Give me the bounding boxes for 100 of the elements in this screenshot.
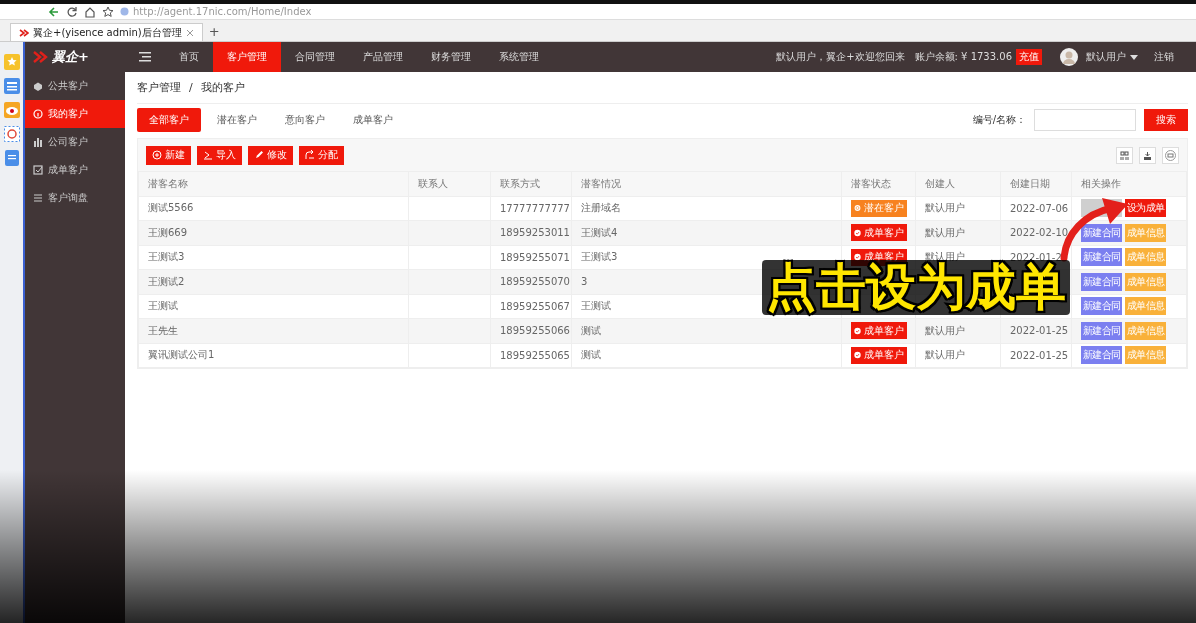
recharge-button[interactable]: 充值	[1016, 49, 1042, 65]
status-badge: 潜在客户	[851, 199, 907, 217]
logo-text: 翼企+	[52, 48, 89, 66]
new-tab-button[interactable]: +	[208, 23, 220, 41]
table-cell: 测试5566	[138, 196, 409, 221]
table-cell: 2022-07-06	[1000, 196, 1072, 221]
filter-tab[interactable]: 潜在客户	[205, 108, 269, 132]
logout-link[interactable]: 注销	[1154, 50, 1174, 64]
table-cell: 18959255065	[490, 343, 572, 368]
filter-tab[interactable]: 成单客户	[341, 108, 405, 132]
table-cell: 翼讯测试公司1	[138, 343, 409, 368]
breadcrumb-separator: /	[189, 81, 193, 94]
filter-tab[interactable]: 全部客户	[137, 108, 201, 132]
avatar-icon	[1060, 48, 1078, 66]
table-cell: 18959253011	[490, 220, 572, 245]
action-button[interactable]: 新建合同	[1081, 297, 1122, 316]
back-icon[interactable]	[48, 5, 60, 18]
action-button[interactable]: 新建合同	[1081, 321, 1122, 340]
url-text[interactable]: http://agent.17nic.com/Home/Index	[133, 6, 312, 17]
table-cell: 王测试4	[571, 220, 842, 245]
action-button[interactable]: 新建合同	[1081, 248, 1122, 267]
nav-item[interactable]: 首页	[165, 42, 213, 72]
table-cell: 18959255067	[490, 294, 572, 319]
menu-icon[interactable]	[139, 52, 151, 62]
table-cell: 注册域名	[571, 196, 842, 221]
sidebar-item[interactable]: 客户询盘	[25, 184, 125, 212]
column-header: 创建人	[915, 171, 1001, 196]
logo-icon	[33, 50, 49, 64]
table-cell: 默认用户	[915, 343, 1001, 368]
column-header: 联系方式	[490, 171, 572, 196]
toolbar-button[interactable]: 导入	[197, 145, 242, 165]
toolbar-button[interactable]: 分配	[299, 145, 344, 165]
toolbar-button[interactable]: 修改	[248, 145, 293, 165]
user-menu[interactable]: 默认用户	[1086, 50, 1138, 64]
table-cell: 17777777777	[490, 196, 572, 221]
table-cell: 18959255070	[490, 269, 572, 294]
column-header: 创建日期	[1000, 171, 1072, 196]
share-icon	[305, 150, 315, 160]
cube-icon	[33, 81, 43, 91]
column-header: 潜客情况	[571, 171, 842, 196]
filter-tab[interactable]: 意向客户	[273, 108, 337, 132]
eye-icon[interactable]	[3, 102, 20, 118]
table-cell: 王先生	[138, 318, 409, 343]
nav-item[interactable]: 产品管理	[349, 42, 417, 72]
info-icon	[33, 109, 43, 119]
logo-icon	[19, 27, 29, 38]
breadcrumb-item[interactable]: 客户管理	[137, 80, 181, 95]
status-badge: 成单客户	[851, 322, 907, 340]
chart-icon	[33, 137, 43, 147]
table-cell: 王测试3	[138, 245, 409, 270]
sidebar-item[interactable]: 公共客户	[25, 72, 125, 100]
table-cell: 王测试	[138, 294, 409, 319]
globe-icon	[120, 7, 129, 16]
breadcrumb-item[interactable]: 我的客户	[200, 80, 245, 95]
table-cell: 测试	[571, 318, 842, 343]
column-header: 潜客状态	[841, 171, 916, 196]
balance-text: 账户余额: ¥ 1733.06	[914, 50, 1012, 64]
table-cell: 18959255066	[490, 318, 572, 343]
document-icon[interactable]	[4, 150, 19, 166]
toolbar-button[interactable]: 新建	[146, 145, 191, 165]
table-cell: 2022-01-25	[1000, 318, 1072, 343]
table-cell: 王测669	[138, 220, 409, 245]
welcome-text: 默认用户，翼企+欢迎您回来	[776, 50, 905, 64]
table-cell: 王测试2	[138, 269, 409, 294]
column-header: 相关操作	[1071, 171, 1187, 196]
action-button[interactable]: 新建合同	[1081, 272, 1122, 291]
sidebar-item[interactable]: 成单客户	[25, 156, 125, 184]
column-header: 联系人	[408, 171, 491, 196]
columns-icon[interactable]	[1119, 149, 1130, 161]
close-icon[interactable]	[185, 28, 194, 37]
table-cell: 18959255071	[490, 245, 572, 270]
table-cell: 默认用户	[915, 318, 1001, 343]
home-icon[interactable]	[84, 5, 96, 18]
table-cell: 测试	[571, 343, 842, 368]
export-icon[interactable]	[1142, 149, 1153, 161]
pencil-icon	[254, 150, 264, 160]
status-badge: 成单客户	[851, 346, 907, 364]
table-cell: 默认用户	[915, 220, 1001, 245]
nav-item[interactable]: 合同管理	[281, 42, 349, 72]
caret-icon	[1130, 54, 1138, 60]
tab-title: 翼企+(yisence admin)后台管理	[33, 25, 182, 40]
nav-item[interactable]: 客户管理	[213, 42, 281, 72]
reload-icon[interactable]	[66, 5, 78, 18]
nav-item[interactable]: 财务管理	[417, 42, 485, 72]
table-cell: 默认用户	[915, 196, 1001, 221]
search-label: 编号/名称：	[972, 113, 1026, 127]
table-cell: 2022-01-25	[1000, 343, 1072, 368]
nav-item[interactable]: 系统管理	[485, 42, 553, 72]
search-button[interactable]: 搜索	[1144, 109, 1188, 131]
search-field[interactable]	[1034, 109, 1136, 131]
action-button[interactable]: 新建合同	[1081, 346, 1122, 365]
print-icon[interactable]	[1165, 149, 1176, 161]
action-button[interactable]: 新建合同	[1081, 223, 1122, 242]
sidebar-item[interactable]: 我的客户	[25, 100, 125, 128]
column-header: 潜客名称	[138, 171, 409, 196]
action-button[interactable]: 设为成单	[1125, 199, 1166, 218]
sidebar-item[interactable]: 公司客户	[25, 128, 125, 156]
browser-tab[interactable]: 翼企+(yisence admin)后台管理	[10, 23, 203, 41]
import-icon	[203, 150, 213, 160]
star-icon[interactable]	[102, 5, 114, 18]
